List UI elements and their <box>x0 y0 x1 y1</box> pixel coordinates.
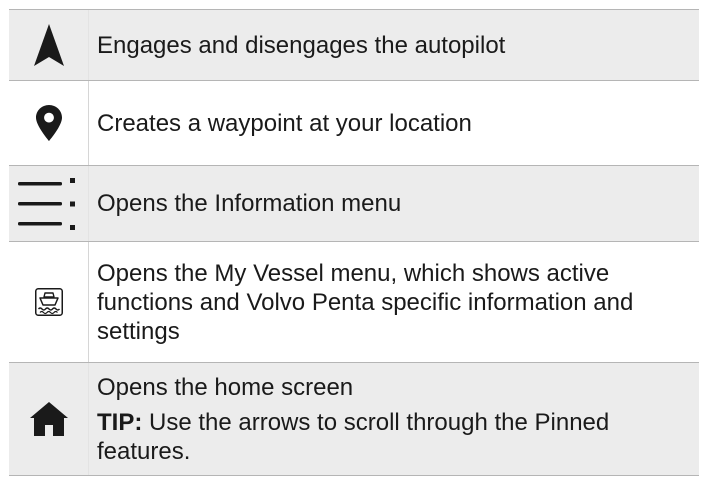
table-row-home: Opens the home screen TIP: Use the arrow… <box>9 363 699 476</box>
icon-cell <box>9 166 89 241</box>
tip-text: Use the arrows to scroll through the Pin… <box>97 409 610 465</box>
icon-cell <box>9 10 89 80</box>
icon-cell <box>9 81 89 165</box>
description-cell: Creates a waypoint at your location <box>89 81 699 165</box>
description-cell: Opens the home screen TIP: Use the arrow… <box>89 363 699 475</box>
navigation-arrow-icon <box>33 24 64 66</box>
icon-cell <box>9 363 89 475</box>
row-description: Engages and disengages the autopilot <box>97 31 506 59</box>
row-description: Opens the Information menu <box>97 190 402 217</box>
my-vessel-icon <box>34 288 63 316</box>
key-function-table: Engages and disengages the autopilot Cre… <box>9 9 699 476</box>
tip-label: TIP: <box>97 409 143 436</box>
table-row-my-vessel: Opens the My Vessel menu, which shows ac… <box>9 242 699 363</box>
information-menu-icon <box>17 177 80 230</box>
table-row-waypoint: Creates a waypoint at your location <box>9 81 699 166</box>
table-row-autopilot: Engages and disengages the autopilot <box>9 10 699 81</box>
description-cell: Opens the My Vessel menu, which shows ac… <box>89 242 699 362</box>
row-description: Opens the home screen <box>97 374 354 401</box>
description-cell: Opens the Information menu <box>89 166 699 241</box>
table-row-information: Opens the Information menu <box>9 166 699 242</box>
row-description: Creates a waypoint at your location <box>97 109 472 137</box>
home-icon <box>29 402 68 436</box>
tip-note: TIP: Use the arrows to scroll through th… <box>97 408 689 466</box>
description-cell: Engages and disengages the autopilot <box>89 10 699 80</box>
map-pin-icon <box>35 105 62 141</box>
row-description: Opens the My Vessel menu, which shows ac… <box>97 259 634 345</box>
icon-cell <box>9 242 89 362</box>
